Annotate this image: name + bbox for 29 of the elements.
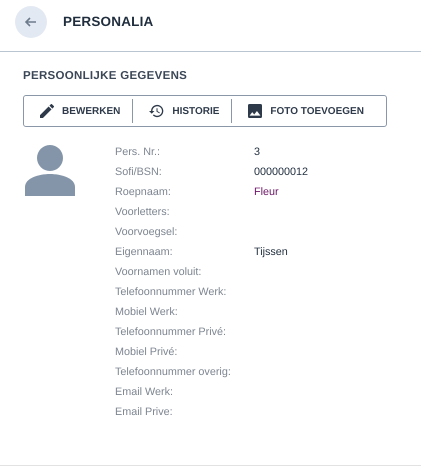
field-label: Roepnaam: [115, 185, 172, 200]
field-label: Mobiel Privé: [115, 345, 178, 360]
person-avatar-icon [25, 145, 75, 196]
field-label: Voorvoegsel: [115, 225, 178, 240]
action-button[interactable]: FOTO TOEVOEGEN [231, 99, 376, 123]
field-label: Mobiel Werk: [115, 305, 179, 320]
field-label: Telefoonnummer Privé: [115, 325, 228, 340]
field-label: Telefoonnummer overig: [115, 365, 231, 380]
image-icon [248, 104, 262, 118]
field-label: Voornamen voluit: [115, 265, 202, 280]
section-title: PERSOONLIJKE GEGEVENS [23, 70, 188, 82]
field-label: Email Werk: [115, 385, 174, 400]
pencil-icon [40, 104, 54, 118]
back-button[interactable] [15, 6, 47, 38]
action-button[interactable]: HISTORIE [132, 99, 232, 123]
field-label: Email Prive: [115, 405, 174, 420]
field-value: Tijssen [254, 245, 289, 260]
field-label: Voorletters: [115, 205, 171, 220]
history-icon [149, 104, 164, 118]
page-title: PERSONALIA [63, 14, 154, 29]
field-value: 000000012 [254, 165, 308, 180]
back-arrow-icon [25, 16, 37, 26]
field-label: Pers. Nr.: [115, 145, 161, 160]
field-link[interactable]: Fleur [254, 185, 308, 200]
field-label: Sofi/BSN: [115, 165, 163, 180]
field-label: Telefoonnummer Werk: [115, 285, 228, 300]
action-button[interactable]: BEWERKEN [24, 99, 132, 123]
field-value: 3 [254, 145, 262, 160]
field-label: Eigennaam: [115, 245, 174, 260]
